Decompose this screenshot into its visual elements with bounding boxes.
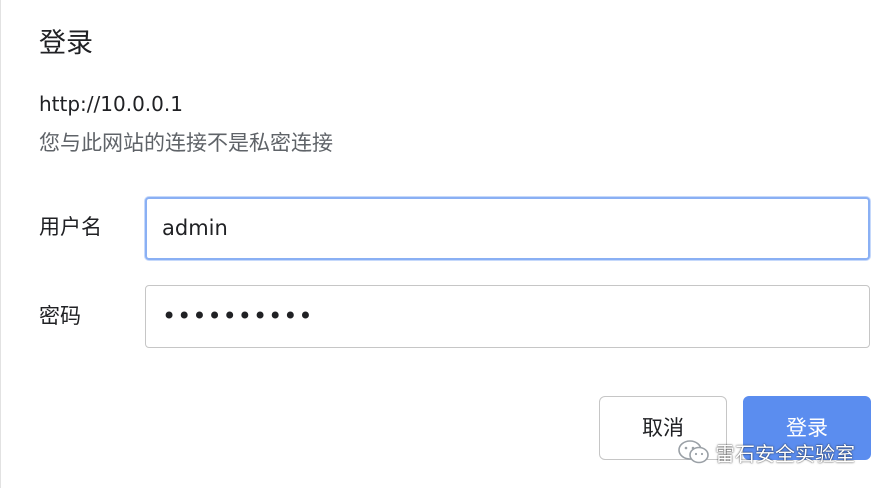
dialog-title: 登录 [39, 28, 93, 59]
username-input[interactable]: admin [145, 197, 870, 260]
password-input[interactable]: •••••••••• [145, 285, 870, 348]
password-label: 密码 [39, 304, 81, 328]
login-dialog: 登录 http://10.0.0.1 您与此网站的连接不是私密连接 用户名 ad… [0, 0, 896, 488]
watermark: 雷石安全实验室 [677, 436, 855, 468]
wechat-icon [678, 440, 709, 464]
connection-warning: 您与此网站的连接不是私密连接 [39, 131, 333, 155]
password-value: •••••••••• [162, 302, 314, 330]
site-url: http://10.0.0.1 [39, 92, 183, 116]
username-label: 用户名 [39, 215, 102, 239]
watermark-text: 雷石安全实验室 [715, 441, 855, 466]
username-value: admin [162, 216, 228, 240]
